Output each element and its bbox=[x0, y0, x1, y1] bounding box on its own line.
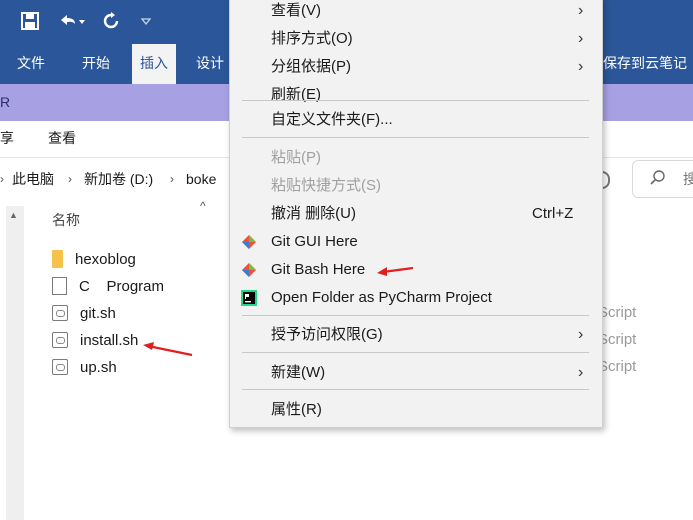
tab-insert[interactable]: 插入 bbox=[132, 44, 176, 86]
search-icon bbox=[649, 169, 667, 190]
git-gui-icon bbox=[242, 235, 256, 249]
file-row-hexoblog[interactable]: hexoblog bbox=[52, 246, 136, 272]
file-type: Script bbox=[598, 358, 637, 375]
menu-item-label: 粘贴快捷方式(S) bbox=[271, 177, 381, 194]
breadcrumb-boke[interactable]: boke bbox=[186, 160, 216, 198]
undo-icon[interactable] bbox=[54, 8, 90, 34]
search-input[interactable]: 搜 bbox=[632, 160, 693, 198]
breadcrumb-drive-d[interactable]: 新加卷 (D:) bbox=[84, 160, 153, 198]
menu-item-pycharm[interactable]: Open Folder as PyCharm Project bbox=[230, 284, 602, 312]
file-row-git-sh[interactable]: git.sh bbox=[52, 300, 116, 326]
submenu-arrow-icon: › bbox=[578, 2, 584, 19]
menu-item-paste: 粘贴(P) bbox=[230, 144, 602, 172]
git-bash-icon bbox=[242, 263, 256, 277]
sort-ascending-icon: ^ bbox=[200, 199, 206, 213]
annotation-arrow-icon bbox=[377, 266, 414, 276]
menu-item-label: 新建(W) bbox=[271, 364, 326, 381]
menu-item-refresh[interactable]: 刷新(E) bbox=[230, 81, 602, 109]
scrollbar[interactable] bbox=[6, 206, 24, 520]
menu-item-git-bash[interactable]: Git Bash Here bbox=[230, 256, 602, 284]
chevron-right-icon: › bbox=[68, 172, 72, 186]
customize-qat-icon[interactable] bbox=[132, 8, 160, 34]
menu-item-customize-folder[interactable]: 自定义文件夹(F)... bbox=[230, 106, 602, 134]
menu-item-label: 分组依据(P) bbox=[271, 58, 351, 75]
menu-item-git-gui[interactable]: Git GUI Here bbox=[230, 228, 602, 256]
file-name: hexoblog bbox=[75, 250, 136, 268]
save-to-cloud-notes[interactable]: 保存到云笔记 bbox=[603, 46, 687, 80]
search-placeholder: 搜 bbox=[683, 171, 693, 187]
submenu-arrow-icon: › bbox=[578, 326, 584, 343]
file-row-install-sh[interactable]: install.sh bbox=[52, 327, 138, 353]
file-row-c-program[interactable]: C Program bbox=[52, 273, 164, 299]
menu-item-label: 授予访问权限(G) bbox=[271, 326, 383, 343]
menu-item-properties[interactable]: 属性(R) bbox=[230, 396, 602, 424]
context-menu: 查看(V) › 排序方式(O) › 分组依据(P) › 刷新(E) 自定义文件夹… bbox=[229, 0, 603, 428]
menu-item-label: 自定义文件夹(F)... bbox=[271, 111, 393, 128]
menu-item-label: 粘贴(P) bbox=[271, 149, 321, 166]
submenu-arrow-icon: › bbox=[578, 364, 584, 381]
menu-item-view[interactable]: 查看(V) › bbox=[230, 0, 602, 25]
pycharm-icon bbox=[241, 290, 257, 306]
menu-item-label: Git Bash Here bbox=[271, 261, 366, 278]
submenu-arrow-icon: › bbox=[578, 58, 584, 75]
menu-item-label: 排序方式(O) bbox=[271, 30, 353, 47]
tab-share[interactable]: 享 bbox=[0, 121, 14, 155]
folder-icon bbox=[52, 250, 63, 268]
menu-item-label: 查看(V) bbox=[271, 2, 321, 19]
chevron-right-icon: › bbox=[0, 172, 4, 186]
menu-item-label: Git GUI Here bbox=[271, 233, 358, 250]
band-text: R bbox=[0, 94, 11, 110]
file-type: Script bbox=[598, 304, 637, 321]
menu-item-sort[interactable]: 排序方式(O) › bbox=[230, 25, 602, 53]
tab-home[interactable]: 开始 bbox=[74, 46, 118, 82]
tab-design[interactable]: 设计 bbox=[188, 46, 232, 82]
chevron-right-icon: › bbox=[170, 172, 174, 186]
file-row-up-sh[interactable]: up.sh bbox=[52, 354, 117, 380]
redo-icon[interactable] bbox=[97, 8, 125, 34]
menu-item-grant-access[interactable]: 授予访问权限(G) › bbox=[230, 321, 602, 349]
menu-item-paste-shortcut: 粘贴快捷方式(S) bbox=[230, 172, 602, 200]
menu-separator bbox=[242, 137, 589, 138]
tab-file[interactable]: 文件 bbox=[9, 46, 53, 82]
breadcrumb-this-pc[interactable]: 此电脑 bbox=[12, 160, 54, 198]
tab-view[interactable]: 查看 bbox=[48, 121, 76, 155]
file-name: C Program bbox=[79, 277, 165, 295]
menu-item-label: Open Folder as PyCharm Project bbox=[271, 289, 492, 306]
menu-item-group-by[interactable]: 分组依据(P) › bbox=[230, 53, 602, 81]
submenu-arrow-icon: › bbox=[578, 30, 584, 47]
menu-separator bbox=[242, 352, 589, 353]
file-type: Script bbox=[598, 331, 637, 348]
shell-script-icon bbox=[52, 305, 68, 321]
save-icon[interactable] bbox=[16, 8, 44, 34]
file-name: up.sh bbox=[80, 358, 117, 376]
menu-item-shortcut: Ctrl+Z bbox=[532, 205, 574, 222]
shell-script-icon bbox=[52, 332, 68, 348]
shell-script-icon bbox=[52, 359, 68, 375]
file-name: git.sh bbox=[80, 304, 116, 322]
file-name: install.sh bbox=[80, 331, 139, 349]
document-icon bbox=[52, 277, 67, 295]
menu-separator bbox=[242, 389, 589, 390]
menu-separator bbox=[242, 315, 589, 316]
menu-item-label: 属性(R) bbox=[271, 401, 322, 418]
menu-item-undo-delete[interactable]: 撤消 删除(U) Ctrl+Z bbox=[230, 200, 602, 228]
menu-item-new[interactable]: 新建(W) › bbox=[230, 359, 602, 387]
menu-separator bbox=[242, 100, 589, 101]
annotation-arrow-icon bbox=[143, 342, 193, 357]
scroll-up-arrow-icon[interactable]: ▲ bbox=[9, 210, 18, 220]
column-header-name[interactable]: 名称 bbox=[52, 210, 80, 230]
menu-item-label: 撤消 删除(U) bbox=[271, 205, 356, 222]
menu-item-label: 刷新(E) bbox=[271, 86, 321, 103]
